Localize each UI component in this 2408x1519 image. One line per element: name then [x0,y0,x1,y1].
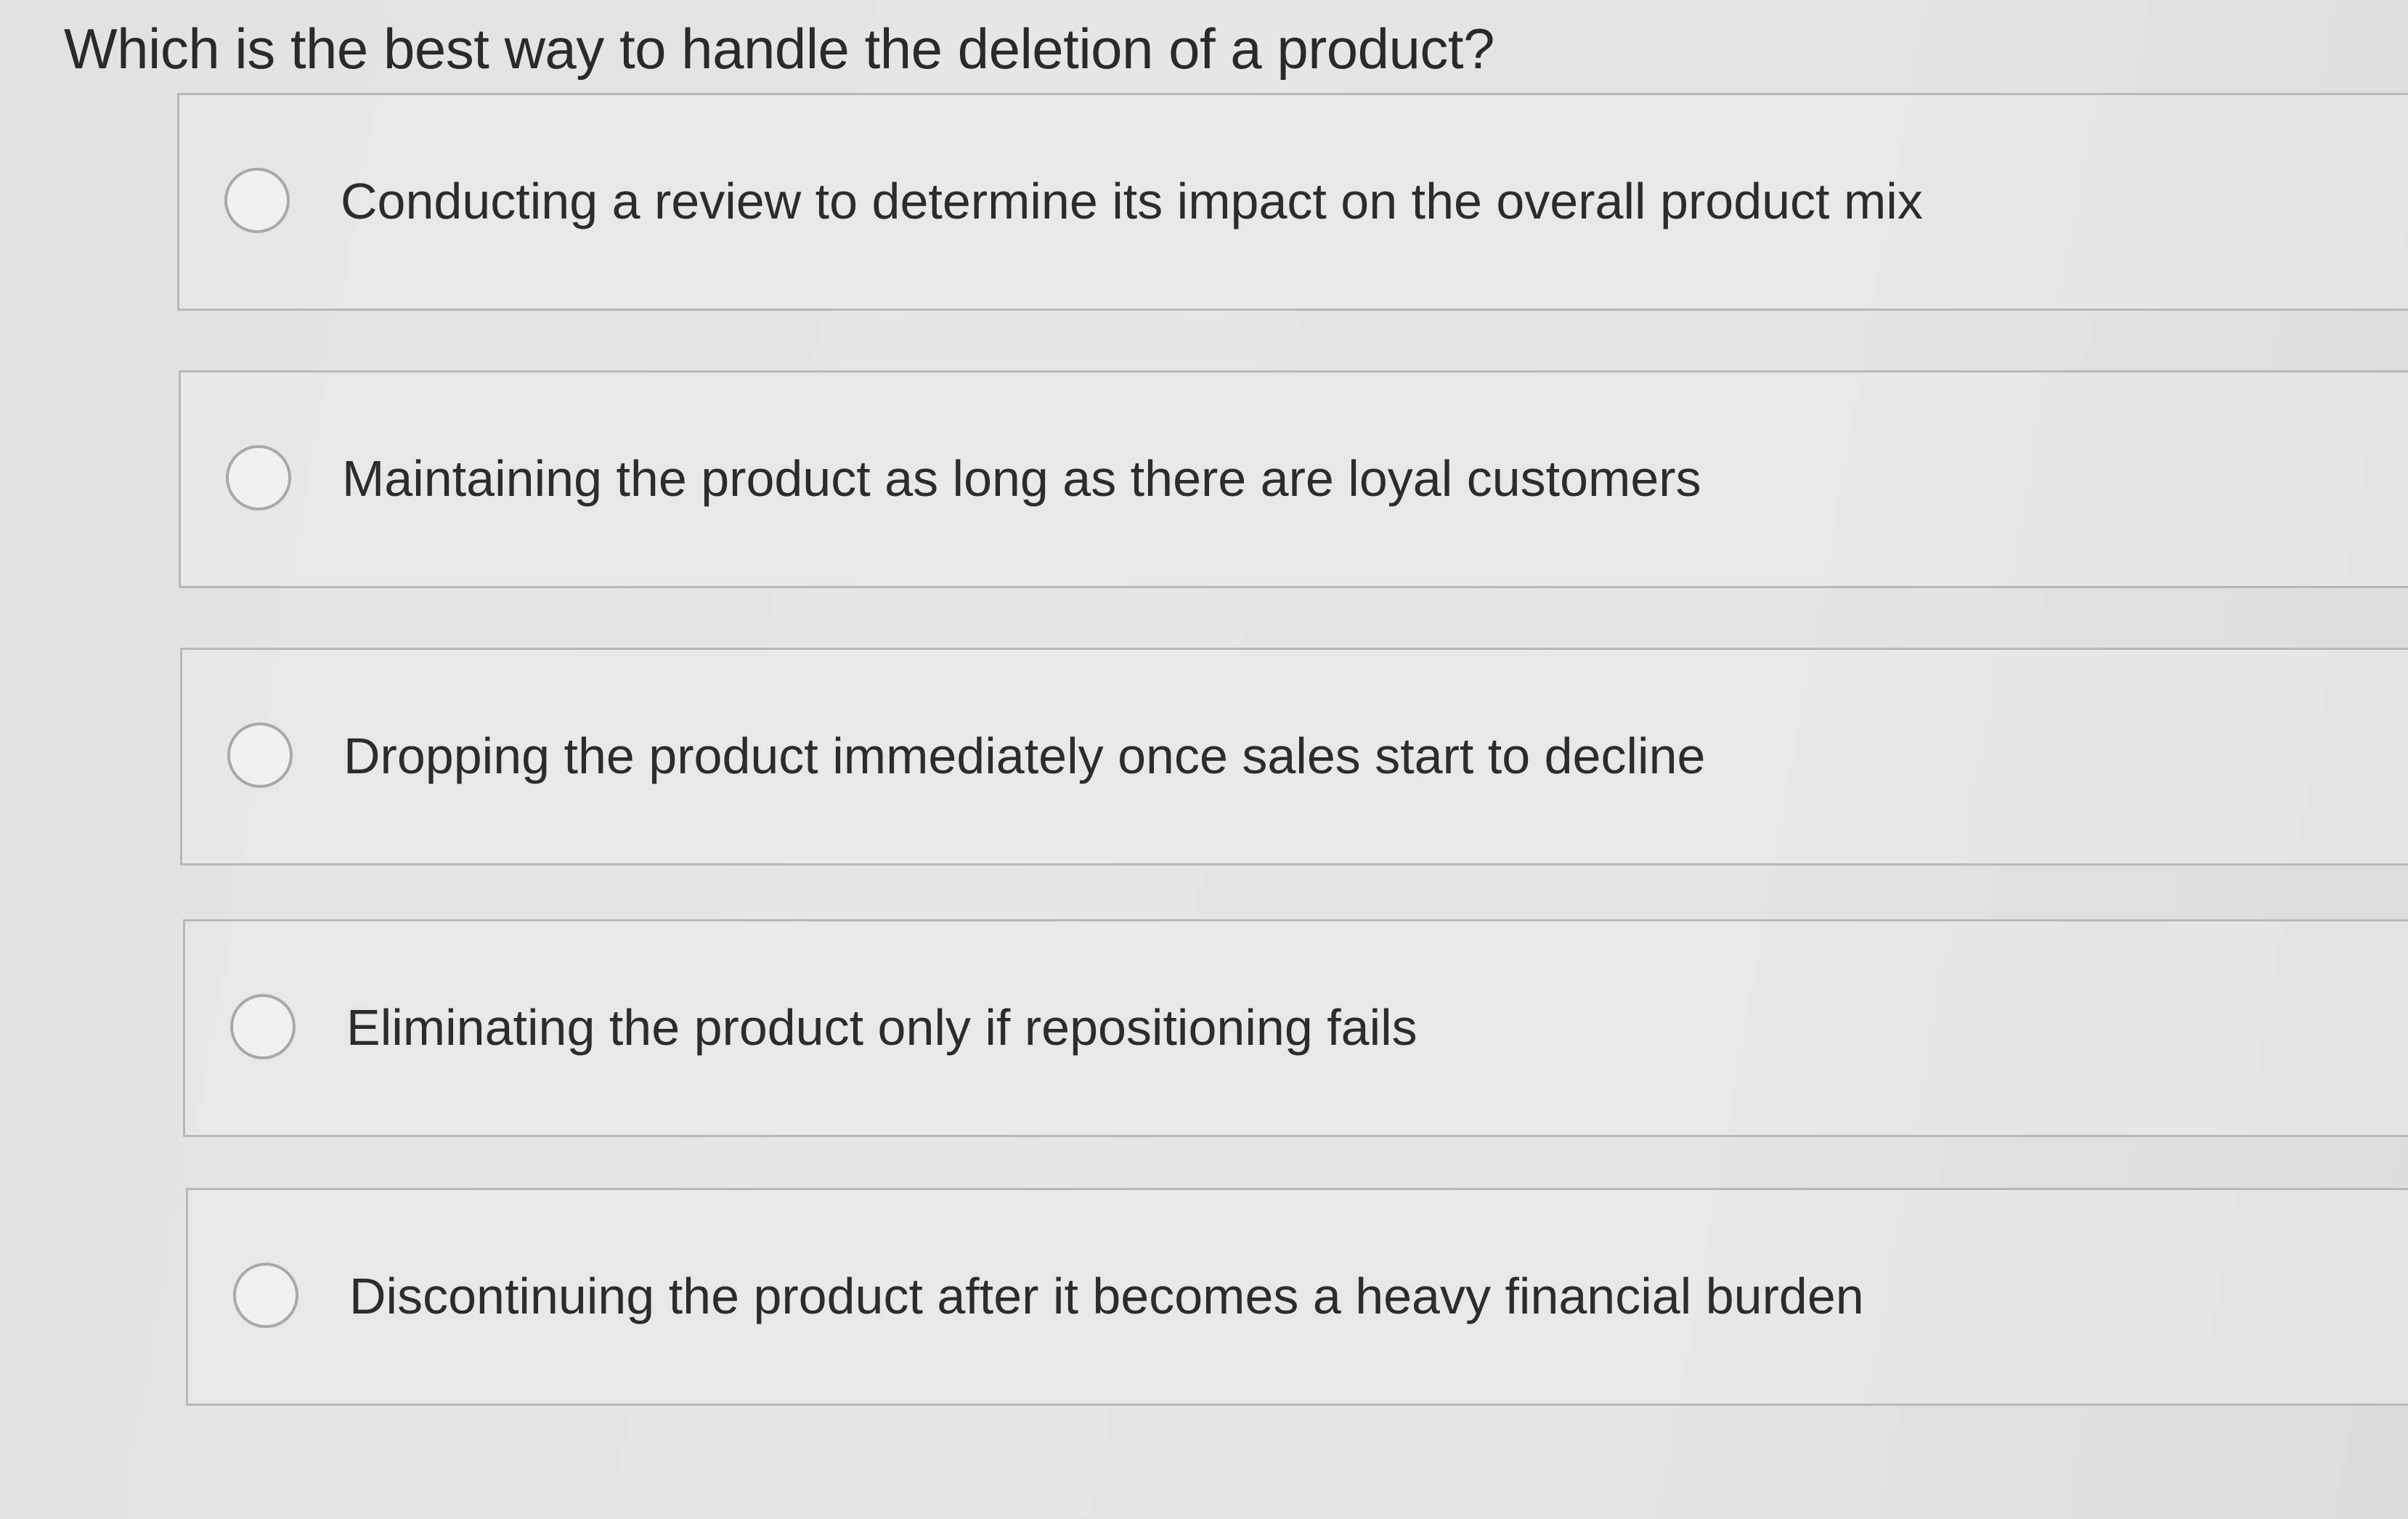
radio-button-icon[interactable] [227,722,293,788]
quiz-question-panel: Which is the best way to handle the dele… [0,0,2408,1519]
answer-option-label: Discontinuing the product after it becom… [349,1268,1864,1324]
answer-option-3[interactable]: Dropping the product immediately once sa… [180,648,2408,866]
answer-option-label: Eliminating the product only if repositi… [346,999,1417,1056]
answer-option-label: Maintaining the product as long as there… [342,450,1701,507]
answer-option-2[interactable]: Maintaining the product as long as there… [179,370,2408,588]
answer-option-5[interactable]: Discontinuing the product after it becom… [186,1188,2408,1406]
answer-options: Conducting a review to determine its imp… [0,0,2408,1519]
answer-option-1[interactable]: Conducting a review to determine its imp… [177,93,2408,311]
answer-option-label: Conducting a review to determine its imp… [341,173,1923,229]
radio-button-icon[interactable] [233,1263,298,1328]
radio-button-icon[interactable] [224,168,290,233]
answer-option-label: Dropping the product immediately once sa… [343,728,1706,784]
answer-option-4[interactable]: Eliminating the product only if repositi… [183,919,2408,1137]
radio-button-icon[interactable] [230,994,296,1059]
radio-button-icon[interactable] [226,445,291,510]
